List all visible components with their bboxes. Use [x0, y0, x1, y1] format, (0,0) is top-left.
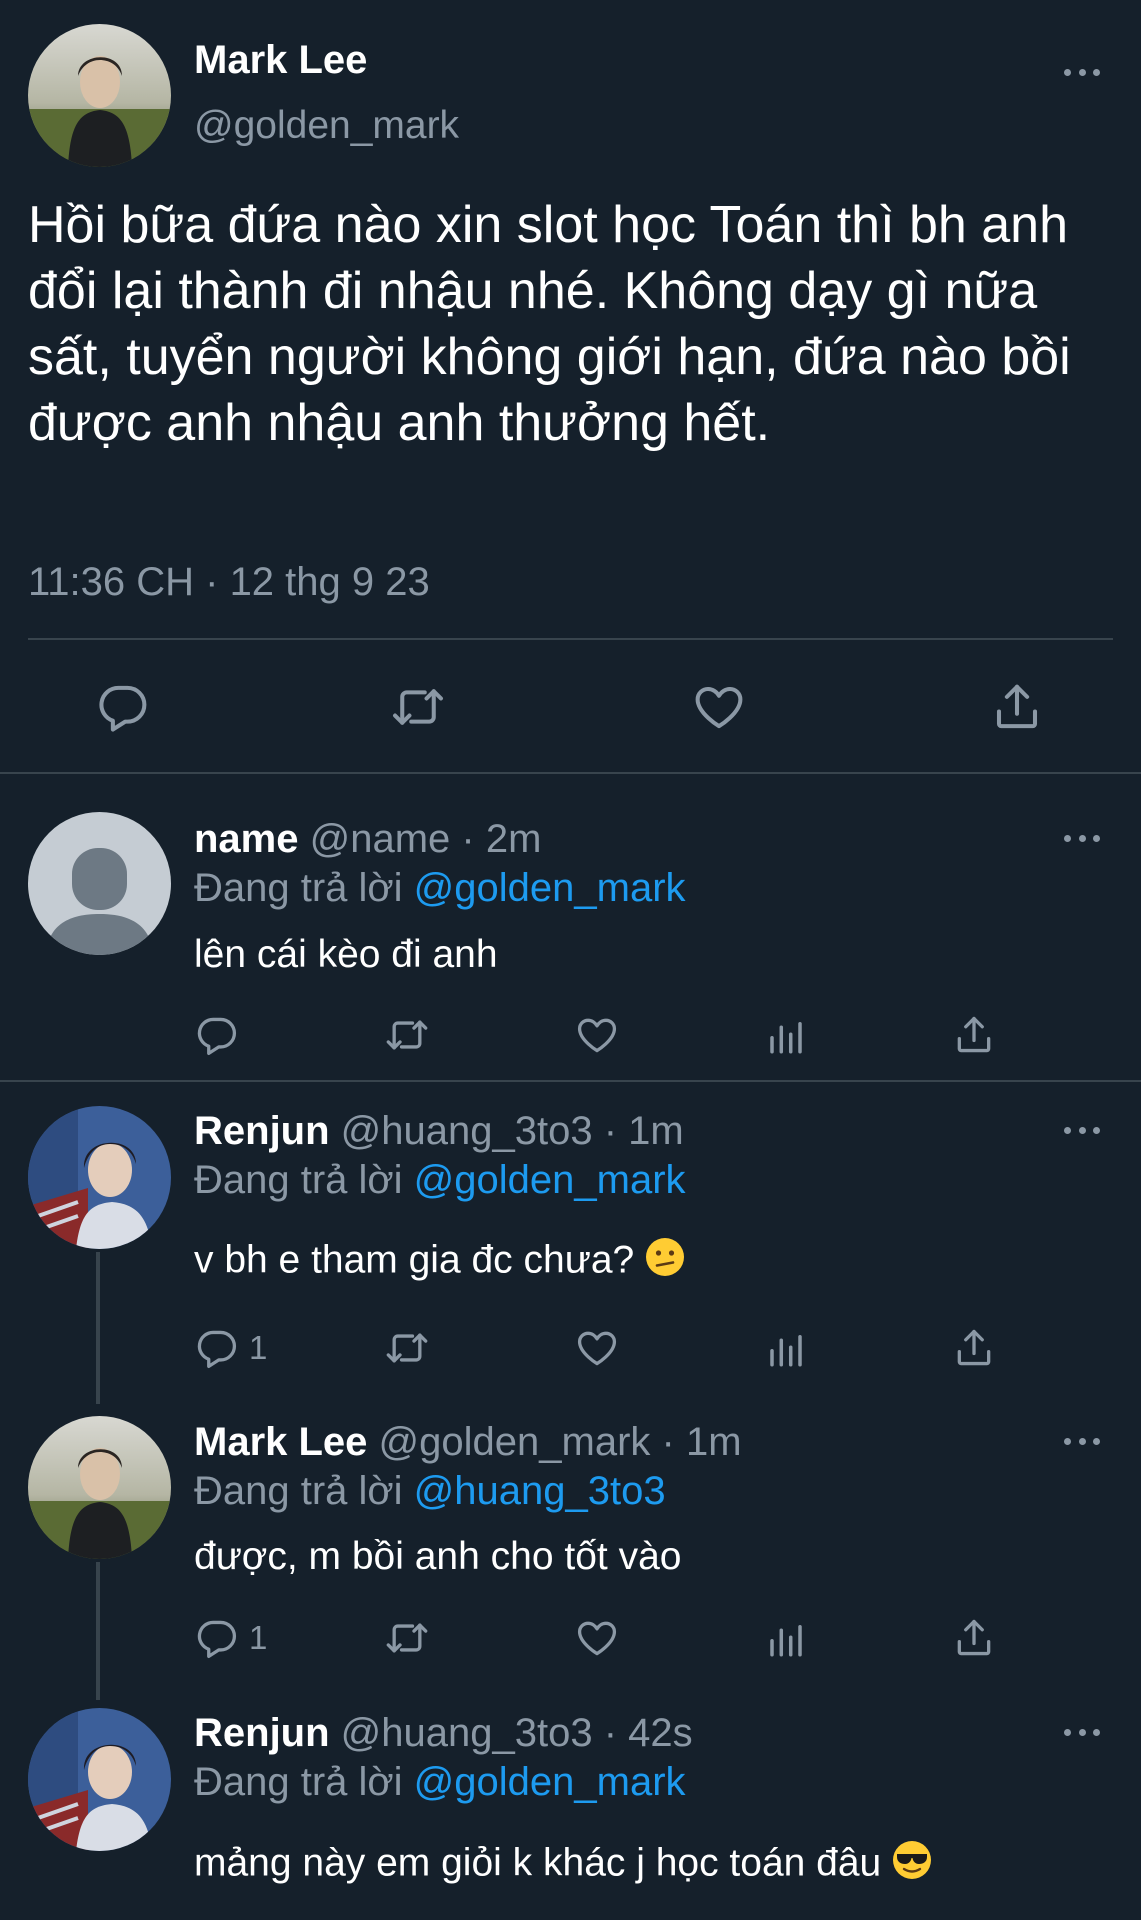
reply-header: Renjun @huang_3to3 · 42s	[194, 1711, 693, 1756]
divider	[28, 638, 1113, 640]
divider	[0, 772, 1141, 774]
share-icon[interactable]	[952, 1616, 996, 1660]
reply-icon[interactable]	[96, 680, 150, 734]
replying-to: Đang trả lời @huang_3to3	[194, 1469, 666, 1514]
sunglasses-face-emoji	[892, 1840, 932, 1890]
views-icon[interactable]	[765, 1328, 807, 1370]
more-icon[interactable]	[1064, 1124, 1100, 1136]
replying-prefix: Đang trả lời	[194, 1469, 403, 1513]
mention-link[interactable]: @golden_mark	[414, 1760, 686, 1804]
retweet-icon[interactable]	[385, 1616, 429, 1660]
mention-link[interactable]: @golden_mark	[414, 1158, 686, 1202]
thread-line	[96, 1562, 100, 1700]
share-icon[interactable]	[952, 1013, 996, 1057]
replying-to: Đang trả lời @golden_mark	[194, 1158, 686, 1203]
more-icon[interactable]	[1064, 1726, 1100, 1738]
reply-author-name[interactable]: Renjun	[194, 1109, 330, 1153]
like-icon[interactable]	[692, 680, 746, 734]
reply-author-name[interactable]: name	[194, 817, 299, 861]
like-icon[interactable]	[575, 1013, 619, 1057]
retweet-icon[interactable]	[385, 1013, 429, 1057]
reply-count: 1	[249, 1619, 268, 1656]
reply-handle-time[interactable]: @huang_3to3 · 42s	[341, 1711, 693, 1755]
more-icon[interactable]	[1064, 832, 1100, 844]
avatar-mark-lee[interactable]	[28, 24, 171, 167]
reply-handle-time[interactable]: @name · 2m	[310, 817, 542, 861]
reply-header: name @name · 2m	[194, 817, 541, 862]
reply-count: 1	[249, 1329, 268, 1366]
reply-text-row: v bh e tham gia đc chưa?	[194, 1237, 685, 1287]
author-name[interactable]: Mark Lee	[194, 38, 367, 83]
views-icon[interactable]	[765, 1618, 807, 1660]
avatar-renjun[interactable]	[28, 1106, 171, 1249]
replying-to: Đang trả lời @golden_mark	[194, 866, 686, 911]
confused-face-emoji	[645, 1237, 685, 1287]
mention-link[interactable]: @huang_3to3	[414, 1469, 666, 1513]
reply-text: mảng này em giỏi k khác j học toán đâu	[194, 1841, 882, 1885]
reply-header: Renjun @huang_3to3 · 1m	[194, 1109, 684, 1154]
reply-icon[interactable]	[195, 1616, 239, 1660]
like-icon[interactable]	[575, 1326, 619, 1370]
reply-author-name[interactable]: Mark Lee	[194, 1420, 367, 1464]
more-icon[interactable]	[1064, 1435, 1100, 1447]
retweet-icon[interactable]	[385, 1326, 429, 1370]
replying-prefix: Đang trả lời	[194, 1158, 403, 1202]
retweet-icon[interactable]	[391, 680, 445, 734]
tweet-text: Hồi bữa đứa nào xin slot học Toán thì bh…	[28, 196, 1071, 452]
avatar-renjun[interactable]	[28, 1708, 171, 1851]
reply-text: được, m bồi anh cho tốt vào	[194, 1535, 682, 1578]
share-icon[interactable]	[990, 680, 1044, 734]
reply-icon[interactable]	[195, 1326, 239, 1370]
divider	[0, 1080, 1141, 1082]
author-handle[interactable]: @golden_mark	[194, 104, 459, 148]
reply-handle-time[interactable]: @huang_3to3 · 1m	[341, 1109, 684, 1153]
reply-header: Mark Lee @golden_mark · 1m	[194, 1420, 742, 1465]
replying-to: Đang trả lời @golden_mark	[194, 1760, 686, 1805]
more-icon[interactable]	[1064, 66, 1100, 78]
reply-handle-time[interactable]: @golden_mark · 1m	[379, 1420, 742, 1464]
reply-text: lên cái kèo đi anh	[194, 933, 498, 976]
views-icon[interactable]	[765, 1015, 807, 1057]
replying-prefix: Đang trả lời	[194, 866, 403, 910]
mention-link[interactable]: @golden_mark	[414, 866, 686, 910]
reply-text: v bh e tham gia đc chưa?	[194, 1238, 635, 1282]
replying-prefix: Đang trả lời	[194, 1760, 403, 1804]
tweet-timestamp[interactable]: 11:36 CH · 12 thg 9 23	[28, 560, 430, 605]
reply-text-row: mảng này em giỏi k khác j học toán đâu	[194, 1840, 932, 1890]
like-icon[interactable]	[575, 1616, 619, 1660]
reply-icon[interactable]	[195, 1013, 239, 1057]
avatar-mark-lee[interactable]	[28, 1416, 171, 1559]
share-icon[interactable]	[952, 1326, 996, 1370]
thread-line	[96, 1252, 100, 1404]
reply-author-name[interactable]: Renjun	[194, 1711, 330, 1755]
avatar-default[interactable]	[28, 812, 171, 955]
